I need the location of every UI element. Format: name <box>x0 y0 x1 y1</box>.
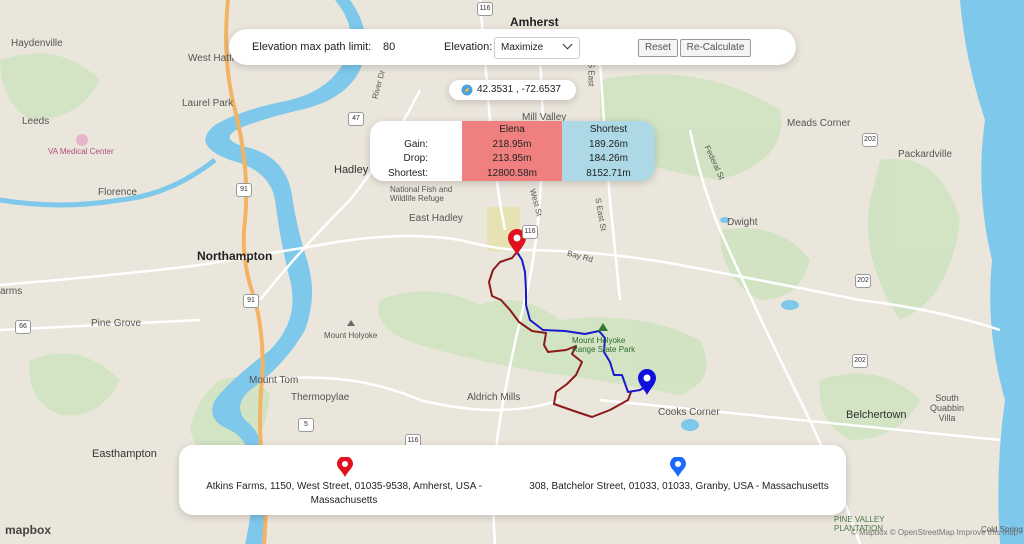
gain-label: Gain: <box>404 139 428 150</box>
place-label-mount-holyoke: Mount Holyoke <box>324 331 378 340</box>
highway-shield: 202 <box>852 354 868 368</box>
place-label-cooks-corner: Cooks Corner <box>658 407 720 418</box>
elevation-limit-label: Elevation max path limit: <box>252 41 372 53</box>
highway-shield: 66 <box>15 320 31 334</box>
elena-shortest: 12800.58m <box>486 168 538 179</box>
elena-drop: 213.95m <box>492 153 532 164</box>
place-label-south-quabbin: South Quabbin Villa <box>930 393 965 423</box>
place-label-refuge: National Fish and Wildlife Refuge <box>390 185 453 203</box>
control-bar: Elevation max path limit: 80 Elevation: … <box>229 29 796 65</box>
coordinate-text: 42.3531 , -72.6537 <box>477 84 561 95</box>
elevation-limit-input[interactable]: 80 <box>383 41 395 53</box>
place-label-arms: arms <box>0 286 23 297</box>
place-label-haydenville: Haydenville <box>11 38 63 49</box>
shortest-column: Shortest 189.26m 184.26m 8152.71m <box>562 121 655 181</box>
place-label-florence: Florence <box>98 187 137 198</box>
elena-gain: 218.95m <box>492 139 532 150</box>
shortest-gain: 189.26m <box>589 139 628 150</box>
shortest-drop: 184.26m <box>589 153 628 164</box>
recalculate-button[interactable]: Re-Calculate <box>680 39 751 57</box>
route-stats-panel: Gain: Drop: Shortest: Elena 218.95m 213.… <box>370 121 655 181</box>
elevation-mode-label: Elevation: <box>444 41 493 53</box>
compass-icon <box>461 84 473 96</box>
place-label-va: VA Medical Center <box>48 147 114 156</box>
hospital-icon <box>76 134 88 146</box>
start-address[interactable]: Atkins Farms, 1150, West Street, 01035-9… <box>199 480 489 508</box>
elena-column: Elena 218.95m 213.95m 12800.58m <box>462 121 562 181</box>
chevron-down-icon <box>562 39 573 50</box>
highway-shield: 116 <box>477 2 493 16</box>
place-label-leeds: Leeds <box>22 116 50 127</box>
coordinate-display: 42.3531 , -72.6537 <box>449 80 576 100</box>
shortest-header: Shortest <box>589 124 628 135</box>
mapbox-logo[interactable]: mapbox <box>5 523 51 537</box>
map-pin-red-icon <box>337 457 353 477</box>
end-address[interactable]: 308, Batchelor Street, 01033, 01033, Gra… <box>524 480 834 494</box>
place-label-packardville: Packardville <box>898 149 952 160</box>
elena-header: Elena <box>499 124 525 135</box>
drop-label: Drop: <box>403 153 428 164</box>
address-bar: Atkins Farms, 1150, West Street, 01035-9… <box>179 445 846 515</box>
place-label-hadley: Hadley <box>334 164 369 176</box>
highway-shield: 5 <box>298 418 314 432</box>
place-label-east-hadley: East Hadley <box>409 213 463 224</box>
map-attribution[interactable]: © Mapbox © OpenStreetMap Improve this ma… <box>851 528 1018 537</box>
map-pin-blue-icon[interactable] <box>638 369 656 395</box>
highway-shield: 91 <box>243 294 259 308</box>
place-label-easthampton: Easthampton <box>92 448 157 460</box>
place-label-belchertown: Belchertown <box>846 409 907 421</box>
place-label-meads-corner: Meads Corner <box>787 118 851 129</box>
place-label-aldrich-mills: Aldrich Mills <box>467 392 521 403</box>
highway-shield: 202 <box>862 133 878 147</box>
place-label-northampton: Northampton <box>197 249 273 263</box>
place-label-pine-grove: Pine Grove <box>91 318 142 329</box>
map-pin-blue-icon <box>670 457 686 477</box>
reset-button[interactable]: Reset <box>638 39 678 57</box>
shortest-shortest: 8152.71m <box>586 168 631 179</box>
shortest-label: Shortest: <box>387 168 428 179</box>
elevation-mode-select[interactable]: Maximize <box>494 37 580 59</box>
place-label-thermopylae: Thermopylae <box>291 392 350 403</box>
place-label-dwight: Dwight <box>727 217 758 228</box>
place-label-holyoke-park: Mount Holyoke Range State Park <box>572 336 636 354</box>
highway-shield: 47 <box>348 112 364 126</box>
road-label-s-east: S East <box>586 62 596 87</box>
place-label-mount-tom: Mount Tom <box>249 375 299 386</box>
highway-shield: 91 <box>236 183 252 197</box>
peak-icon <box>347 320 355 326</box>
highway-shield: 116 <box>522 225 538 239</box>
place-label-amherst: Amherst <box>510 15 559 29</box>
highway-shield: 202 <box>855 274 871 288</box>
place-label-laurel-park: Laurel Park <box>182 98 234 109</box>
elevation-mode-value: Maximize <box>501 42 544 53</box>
